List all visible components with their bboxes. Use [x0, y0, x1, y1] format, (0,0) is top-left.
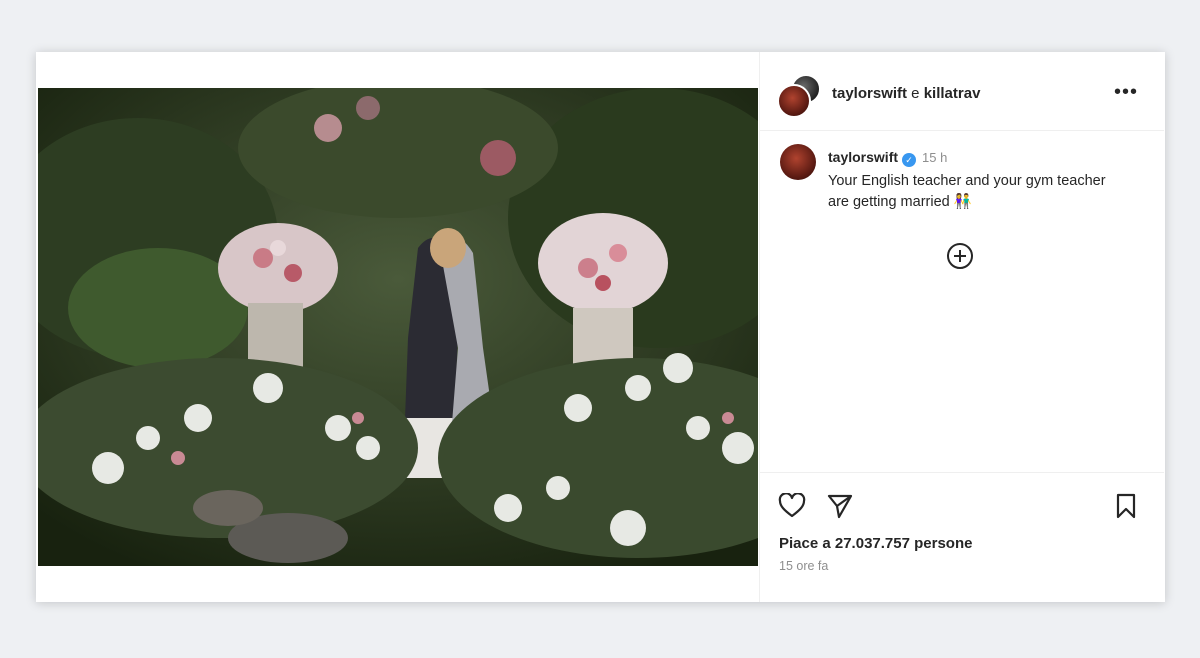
post-author-title: taylorswift e killatrav [832, 85, 980, 102]
post-side-panel: taylorswift e killatrav ••• taylorswift ✓… [759, 52, 1164, 602]
more-options-icon[interactable]: ••• [1114, 82, 1138, 102]
author-joiner: e [907, 85, 924, 102]
caption-time[interactable]: 15 h [922, 150, 947, 165]
avatar[interactable] [780, 144, 816, 180]
plus-circle-icon[interactable] [947, 243, 973, 269]
post-actions: Piace a 27.037.757 persone 15 ore fa [760, 472, 1164, 603]
coauthor-username-link[interactable]: killatrav [924, 85, 981, 102]
avatar[interactable] [777, 84, 811, 118]
post-photo[interactable] [38, 88, 758, 566]
garden-wedding-photo [38, 88, 758, 566]
collab-avatars[interactable] [777, 74, 821, 118]
likes-count[interactable]: Piace a 27.037.757 persone [779, 535, 972, 552]
caption-username-link[interactable]: taylorswift [828, 149, 898, 165]
post-header: taylorswift e killatrav ••• [760, 52, 1164, 131]
caption-text: Your English teacher and your gym teache… [828, 173, 1106, 210]
author-username-link[interactable]: taylorswift [832, 85, 907, 102]
send-icon[interactable] [826, 493, 854, 519]
post-card: taylorswift e killatrav ••• taylorswift ✓… [36, 52, 1165, 602]
caption-meta: taylorswift ✓ 15 h [828, 149, 947, 167]
heart-icon[interactable] [778, 493, 806, 519]
post-timestamp[interactable]: 15 ore fa [779, 559, 828, 573]
verified-badge-icon: ✓ [902, 153, 917, 167]
bookmark-icon[interactable] [1114, 493, 1138, 519]
